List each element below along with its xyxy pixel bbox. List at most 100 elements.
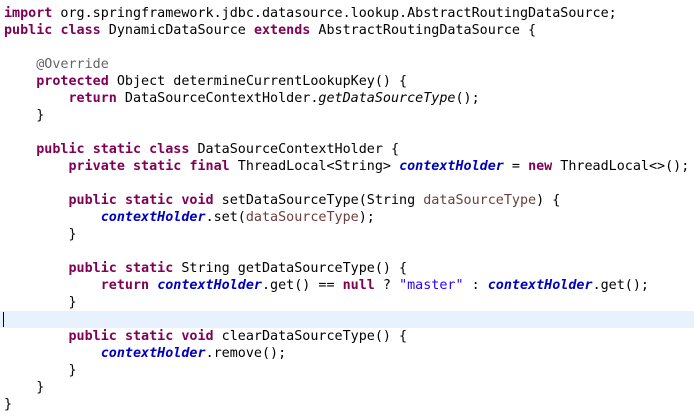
code-line[interactable]: contextHolder.set(dataSourceType); [4,209,375,226]
code-line[interactable]: protected Object determineCurrentLookupK… [4,73,407,90]
code-line[interactable]: } [4,362,77,379]
code-token: @Override [36,57,109,72]
code-token: .get(); [592,278,649,293]
code-token: null [342,278,375,293]
code-token: ThreadLocal<String> [229,159,400,174]
code-token: static [124,261,174,276]
code-line[interactable]: public static String getDataSourceType()… [4,260,408,277]
code-token: DataSourceContextHolder. [116,91,319,106]
code-token: import [4,6,53,21]
code-line[interactable]: public class DynamicDataSource extends A… [4,22,536,39]
code-token: class [60,23,101,38]
code-token: public [4,23,53,38]
code-token: : [463,278,488,293]
code-line[interactable]: } [4,294,77,311]
code-token: .remove(); [205,346,287,361]
code-token: String getDataSourceType() { [173,261,408,276]
code-token: } [4,363,77,378]
code-token: return [100,278,150,293]
code-token: "master" [399,278,464,293]
code-token: contextHolder [100,346,206,361]
code-editor[interactable]: import org.springframework.jdbc.datasour… [0,0,694,416]
code-token: .set( [205,210,246,225]
code-token: ? [374,278,400,293]
code-line[interactable]: public static void setDataSourceType(Str… [4,192,561,209]
text-cursor [3,312,4,327]
code-token: new [528,159,553,174]
code-token: } [4,108,45,123]
code-token: DataSourceContextHolder { [189,142,400,157]
code-token: void [181,193,214,208]
code-token: protected [36,74,109,89]
code-token: static [133,159,182,174]
code-token: } [4,295,77,310]
code-token: org.springframework.jdbc.datasource.look… [52,6,617,21]
code-token: getDataSourceType [318,91,456,106]
code-line[interactable]: public static void clearDataSourceType()… [4,328,408,345]
code-token: contextHolder [100,210,206,225]
code-token: ) { [536,193,561,208]
code-token: public [68,261,117,276]
code-token: clearDataSourceType() { [213,329,408,344]
code-line[interactable]: import org.springframework.jdbc.datasour… [4,5,617,22]
code-token: contextHolder [399,159,504,174]
code-line[interactable]: @Override [4,56,109,73]
code-token: DynamicDataSource [100,23,254,38]
code-token: static [124,329,174,344]
code-line[interactable]: private static final ThreadLocal<String>… [4,158,690,175]
code-token: ); [358,210,375,225]
code-token: } [4,227,77,242]
code-token: static [92,142,142,157]
code-token: public [36,142,85,157]
code-line[interactable]: } [4,107,44,124]
code-token: contextHolder [157,278,262,293]
code-token: } [4,397,13,412]
code-token: AbstractRoutingDataSource { [310,23,537,38]
code-token: contextHolder [487,278,593,293]
code-token: dataSourceType [245,210,359,225]
code-token: ThreadLocal<>(); [552,159,690,174]
code-line[interactable]: } [4,379,44,396]
code-token: dataSourceType [423,193,537,208]
code-token: class [149,142,190,157]
code-line[interactable]: return DataSourceContextHolder.getDataSo… [4,90,480,107]
code-token: void [181,329,214,344]
code-token: public [68,193,117,208]
code-line[interactable]: public static class DataSourceContextHol… [4,141,399,158]
code-token: static [124,193,174,208]
code-token: setDataSourceType(String [213,193,424,208]
code-token: private [68,159,125,174]
code-token: public [68,329,117,344]
code-token: final [189,159,230,174]
code-token: } [4,380,45,395]
code-line[interactable]: contextHolder.remove(); [4,345,286,362]
code-line[interactable]: return contextHolder.get() == null ? "ma… [4,277,649,294]
code-token: return [68,91,117,106]
code-line[interactable]: } [4,396,12,413]
code-token: = [503,159,529,174]
code-token: extends [253,23,311,38]
code-token: Object determineCurrentLookupKey() { [108,74,408,89]
code-line[interactable]: } [4,226,77,243]
current-line-highlight [0,311,694,328]
code-token: (); [455,91,480,106]
code-token: .get() == [262,278,343,293]
